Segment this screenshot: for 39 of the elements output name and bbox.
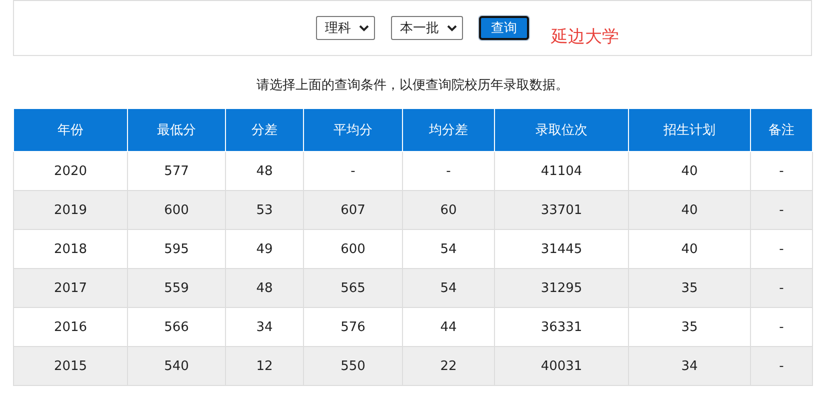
table-cell: 60	[402, 190, 494, 230]
table-cell: 31295	[494, 268, 628, 308]
dropdown[interactable]: 理科	[316, 16, 375, 40]
table-cell: 22	[402, 346, 494, 386]
column-header: 分差	[226, 109, 304, 152]
table-cell: 607	[304, 190, 402, 230]
table-cell: -	[750, 346, 812, 386]
column-header: 录取位次	[494, 109, 628, 152]
hint-text: 请选择上面的查询条件，以便查询院校历年录取数据。	[256, 77, 570, 94]
column-header: 均分差	[402, 109, 494, 152]
table-cell: 54	[402, 268, 494, 308]
search-button[interactable]: 查询	[479, 16, 529, 40]
school-name: 延边大学	[551, 26, 619, 48]
table-cell: -	[750, 268, 812, 308]
table-cell: 2019	[14, 190, 128, 230]
column-header: 招生计划	[628, 109, 750, 152]
table-cell: 600	[128, 190, 226, 230]
chevron-down-icon	[359, 24, 369, 32]
column-header: 年份	[14, 109, 128, 152]
table-cell: 540	[128, 346, 226, 386]
table-cell: 559	[128, 268, 226, 308]
table-cell: 34	[628, 346, 750, 386]
column-header: 最低分	[128, 109, 226, 152]
table-cell: 12	[226, 346, 304, 386]
dropdown[interactable]: 本一批	[391, 16, 463, 40]
table-cell: 48	[226, 268, 304, 308]
column-header: 平均分	[304, 109, 402, 152]
table-cell: 2015	[14, 346, 128, 386]
table-cell: -	[750, 190, 812, 230]
table-cell: 40	[628, 190, 750, 230]
table-cell: 33701	[494, 190, 628, 230]
table-cell: 53	[226, 190, 304, 230]
table-cell: 550	[304, 346, 402, 386]
table-cell: 2017	[14, 268, 128, 308]
table-cell: 40031	[494, 346, 628, 386]
chevron-down-icon	[447, 24, 457, 32]
column-header: 备注	[750, 109, 812, 152]
table-cell: 35	[628, 268, 750, 308]
table-cell: 565	[304, 268, 402, 308]
